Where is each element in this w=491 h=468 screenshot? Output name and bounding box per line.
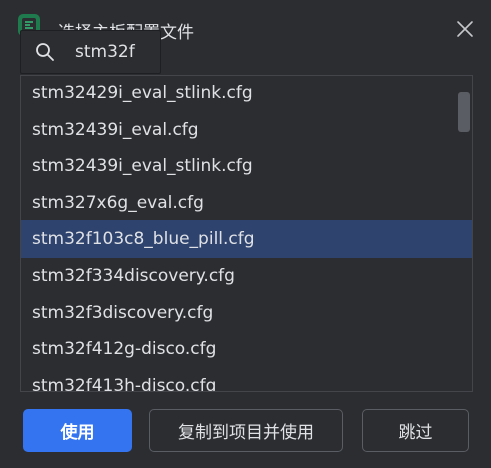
search-icon bbox=[36, 43, 54, 61]
speed-search-popup[interactable]: stm32f bbox=[20, 30, 161, 74]
search-input[interactable]: stm32f bbox=[75, 42, 135, 62]
list-scrollbar[interactable] bbox=[458, 92, 470, 132]
list-item[interactable]: stm327x6g_eval.cfg bbox=[21, 184, 472, 222]
config-file-list[interactable]: stm32429i_eval_stlink.cfg stm32439i_eval.… bbox=[20, 75, 473, 392]
close-icon[interactable] bbox=[452, 16, 478, 42]
board-config-dialog: 选择主板配置文件 stm32f stm32429i_eval_stlink.cf… bbox=[0, 0, 491, 468]
list-item[interactable]: stm32439i_eval.cfg bbox=[21, 111, 472, 149]
list-item[interactable]: stm32f412g-disco.cfg bbox=[21, 330, 472, 368]
list-item[interactable]: stm32f334discovery.cfg bbox=[21, 257, 472, 295]
copy-to-project-button[interactable]: 复制到项目并使用 bbox=[149, 409, 343, 452]
list-item[interactable]: stm32f413h-disco.cfg bbox=[21, 367, 472, 391]
use-button[interactable]: 使用 bbox=[23, 409, 132, 452]
list-item[interactable]: stm32f3discovery.cfg bbox=[21, 294, 472, 332]
skip-button[interactable]: 跳过 bbox=[362, 409, 469, 452]
list-item[interactable]: stm32439i_eval_stlink.cfg bbox=[21, 147, 472, 185]
list-item[interactable]: stm32f103c8_blue_pill.cfg bbox=[21, 220, 472, 259]
list-item[interactable]: stm32429i_eval_stlink.cfg bbox=[21, 76, 472, 112]
